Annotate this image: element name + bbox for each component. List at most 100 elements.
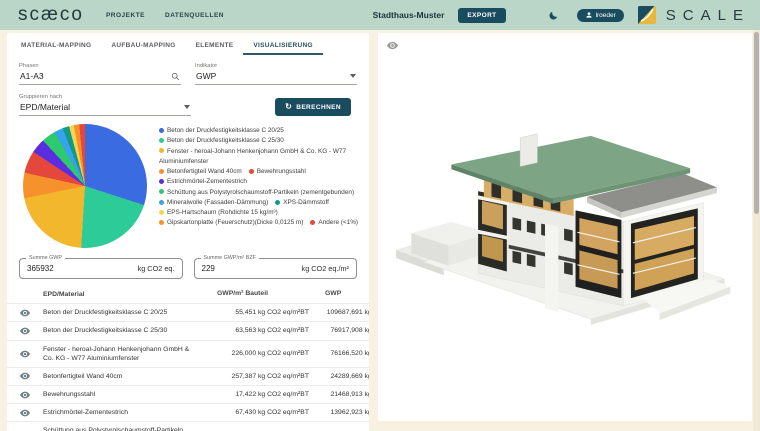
- gwp-value: 76917,908 kg CO2 eq: [309, 327, 369, 334]
- table-row: Fenster - heroal-Johann Henkenjohann Gmb…: [7, 340, 369, 367]
- analysis-panel: MATERIAL-MAPPING AUFBAU-MAPPING ELEMENTE…: [7, 33, 369, 431]
- legend-item: EPS-Hartschaum (Rohdichte 15 kg/m³): [159, 208, 278, 218]
- eye-icon[interactable]: [20, 327, 30, 335]
- eye-icon[interactable]: [20, 309, 30, 317]
- material-name: Beton der Druckfestigkeitsklasse C 25/30: [43, 326, 203, 335]
- scale-logo-icon: [638, 6, 656, 24]
- legend-item: Schüttung aus Polystyrolschaumstoff-Part…: [159, 188, 354, 198]
- brand-name: SCALE: [666, 7, 750, 24]
- table-row: Schüttung aus Polystyrolschaumstoff-Part…: [7, 421, 369, 431]
- gwp-value: 109687,691 kg CO2 eq: [309, 309, 369, 316]
- legend-dot: [159, 128, 164, 133]
- legend-dot: [310, 220, 315, 225]
- page-scrollbar-thumb[interactable]: [754, 32, 759, 214]
- project-title: Stadthaus-Muster: [373, 10, 445, 20]
- eye-icon[interactable]: [20, 372, 30, 380]
- table-row: Beton der Druckfestigkeitsklasse C 25/30…: [7, 321, 369, 339]
- summe-gwp-label: Summe GWP: [26, 255, 65, 261]
- summe-gwp-unit: kg CO2 eq.: [138, 264, 175, 273]
- legend-dot: [159, 179, 164, 184]
- page-scrollbar-track: [753, 30, 760, 431]
- legend-dot: [275, 200, 280, 205]
- gruppieren-field[interactable]: Gruppieren nach EPD/Material: [19, 94, 191, 116]
- gwp-value: 76166,520 kg CO2 eq: [309, 350, 369, 357]
- col-epd-material: EPD/Material: [43, 290, 203, 299]
- search-icon[interactable]: [171, 72, 180, 81]
- gwp-per-m2-value: 67,430 kg CO2 eq/m²BT: [203, 409, 309, 416]
- nav-item[interactable]: DATENQUELLEN: [165, 12, 224, 19]
- material-name: Beton der Druckfestigkeitsklasse C 20/25: [43, 308, 203, 317]
- gruppieren-label: Gruppieren nach: [19, 94, 191, 100]
- legend-dot: [249, 169, 254, 174]
- building-3d-view[interactable]: [396, 111, 736, 331]
- chevron-down-icon[interactable]: [184, 105, 190, 109]
- tab-bar: MATERIAL-MAPPING AUFBAU-MAPPING ELEMENTE…: [7, 33, 369, 55]
- pie-legend: Beton der Druckfestigkeitsklasse C 20/25…: [159, 124, 361, 248]
- gwp-per-m2-value: 257,387 kg CO2 eq/m²BT: [203, 373, 309, 380]
- berechnen-label: BERECHNEN: [296, 104, 341, 111]
- material-name: Fenster - heroal-Johann Henkenjohann Gmb…: [43, 345, 203, 363]
- table-row: Estrichmörtel-Zementestrich 67,430 kg CO…: [7, 403, 369, 421]
- app-logo: scæco: [18, 4, 84, 26]
- table-row: Bewehrungsstahl 17,422 kg CO2 eq/m²BT 21…: [7, 385, 369, 403]
- gwp-per-m2-value: 17,422 kg CO2 eq/m²BT: [203, 391, 309, 398]
- phasen-field[interactable]: Phasen A1-A3: [19, 63, 181, 85]
- pie-chart[interactable]: [23, 124, 147, 248]
- main-nav: PROJEKTE DATENQUELLEN: [106, 12, 224, 19]
- user-menu[interactable]: lroeder: [577, 9, 624, 22]
- export-button[interactable]: EXPORT: [458, 8, 505, 23]
- user-icon: [585, 11, 593, 19]
- viewer-eye-icon[interactable]: [387, 41, 398, 50]
- tab[interactable]: ELEMENTE: [186, 37, 244, 55]
- gruppieren-value: EPD/Material: [20, 102, 70, 112]
- legend-dot: [159, 138, 164, 143]
- user-name: lroeder: [596, 12, 616, 19]
- indikator-value: GWP: [196, 71, 216, 81]
- dark-mode-icon[interactable]: [548, 10, 559, 21]
- berechnen-button[interactable]: ↻ BERECHNEN: [275, 98, 351, 116]
- material-name: Schüttung aus Polystyrolschaumstoff-Part…: [43, 426, 203, 431]
- summe-gwp-value: 365932: [27, 264, 54, 273]
- summe-gwp-m2-label: Summe GWP/m² BZF: [201, 255, 259, 261]
- tab[interactable]: VISUALISIERUNG: [243, 37, 322, 55]
- summe-gwp-m2-value: 229: [202, 264, 215, 273]
- legend-item: Bewehrungsstahl: [249, 167, 306, 177]
- legend-dot: [159, 200, 164, 205]
- material-table: EPD/Material GWP/m² Bauteil GWP Beton de…: [7, 287, 369, 431]
- legend-item: Mineralwolle (Fassaden-Dämmung): [159, 198, 268, 208]
- summe-gwp-m2-unit: kg CO2 eq./m²: [302, 264, 349, 273]
- indikator-field[interactable]: Indikator GWP: [195, 63, 357, 85]
- gwp-value: 13962,923 kg CO2 eq: [309, 409, 369, 416]
- nav-item[interactable]: PROJEKTE: [106, 12, 145, 19]
- legend-dot: [159, 189, 164, 194]
- refresh-icon: ↻: [285, 103, 292, 111]
- viewer-panel[interactable]: [378, 33, 752, 421]
- col-gwp-m2: GWP/m² Bauteil: [203, 290, 309, 299]
- summe-gwp-m2-field[interactable]: Summe GWP/m² BZF 229 kg CO2 eq./m²: [194, 258, 358, 279]
- legend-item: Gipskartonplatte (Feuerschutz)(Dicke 0,0…: [159, 218, 303, 228]
- eye-icon[interactable]: [20, 350, 30, 358]
- legend-item: Betonfertigteil Wand 40cm: [159, 167, 242, 177]
- phasen-value: A1-A3: [20, 71, 44, 81]
- app-header: scæco PROJEKTE DATENQUELLEN Stadthaus-Mu…: [0, 0, 760, 30]
- gwp-value: 24289,669 kg CO2 eq: [309, 373, 369, 380]
- table-header: EPD/Material GWP/m² Bauteil GWP: [7, 287, 369, 303]
- legend-item: Fenster - heroal-Johann Henkenjohann Gmb…: [159, 147, 361, 168]
- material-name: Estrichmörtel-Zementestrich: [43, 408, 203, 417]
- summe-gwp-field[interactable]: Summe GWP 365932 kg CO2 eq.: [19, 258, 183, 279]
- eye-icon[interactable]: [20, 409, 30, 417]
- gwp-per-m2-value: 63,563 kg CO2 eq/m²BT: [203, 327, 309, 334]
- legend-item: Beton der Druckfestigkeitsklasse C 20/25: [159, 126, 284, 136]
- legend-dot: [159, 210, 164, 215]
- col-gwp: GWP: [309, 290, 369, 299]
- chevron-down-icon[interactable]: [350, 74, 356, 78]
- table-body: Beton der Druckfestigkeitsklasse C 20/25…: [7, 303, 369, 431]
- eye-icon[interactable]: [20, 391, 30, 399]
- legend-dot: [159, 169, 164, 174]
- table-row: Beton der Druckfestigkeitsklasse C 20/25…: [7, 303, 369, 321]
- tab[interactable]: MATERIAL-MAPPING: [11, 37, 101, 55]
- tab[interactable]: AUFBAU-MAPPING: [101, 37, 185, 55]
- gwp-per-m2-value: 226,000 kg CO2 eq/m²BT: [203, 350, 309, 357]
- legend-dot: [159, 148, 164, 153]
- legend-item: XPS-Dämmstoff: [275, 198, 329, 208]
